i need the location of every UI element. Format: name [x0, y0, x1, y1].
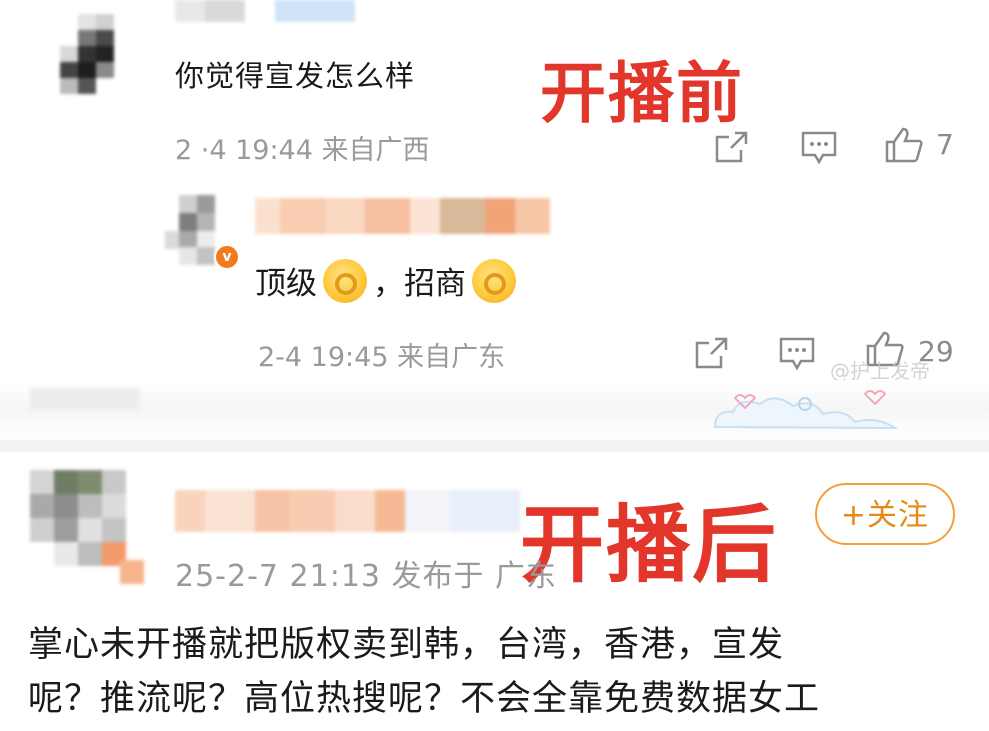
verified-badge-icon: v — [214, 244, 240, 270]
reply-meta: 2-4 19:45 来自广东 — [258, 342, 506, 373]
blurred-username[interactable] — [255, 198, 550, 234]
avatar[interactable] — [30, 470, 145, 585]
share-icon[interactable] — [693, 336, 729, 370]
avatar[interactable] — [50, 14, 122, 94]
cloud-decoration-icon — [705, 382, 910, 440]
ok-hand-emoji — [472, 258, 516, 303]
reply-text: 顶级 ，招商 — [255, 258, 522, 303]
comment-icon[interactable] — [800, 130, 838, 166]
label-before-airing: 开播前 — [540, 55, 744, 132]
post-meta: 25-2-7 21:13 发布于 广东 — [175, 559, 558, 594]
blurred-username-top — [175, 0, 355, 22]
label-after-airing: 开播后 — [520, 496, 779, 594]
like-icon[interactable] — [884, 126, 924, 164]
reply-text-part2: ，招商 — [373, 266, 466, 302]
blurred-row — [30, 388, 140, 410]
like-count: 7 — [936, 128, 954, 161]
post-body-line: 掌心未开播就把版权卖到韩，台湾，香港，宣发 — [28, 625, 785, 665]
share-icon[interactable] — [713, 130, 749, 164]
post-body-line: 呢？推流呢？高位热搜呢？不会全靠免费数据女工 — [28, 679, 821, 719]
ok-hand-emoji — [323, 258, 367, 303]
blurred-username[interactable] — [175, 490, 520, 532]
comment-icon[interactable] — [778, 336, 816, 372]
post-body: 掌心未开播就把版权卖到韩，台湾，香港，宣发 呢？推流呢？高位热搜呢？不会全靠免费… — [28, 618, 968, 726]
divider — [0, 440, 989, 452]
follow-button[interactable]: +关注 — [815, 483, 955, 545]
comment-text: 你觉得宣发怎么样 — [175, 59, 416, 93]
reply-text-part1: 顶级 — [255, 266, 317, 302]
comment-meta: 2 ·4 19:44 来自广西 — [175, 135, 430, 166]
